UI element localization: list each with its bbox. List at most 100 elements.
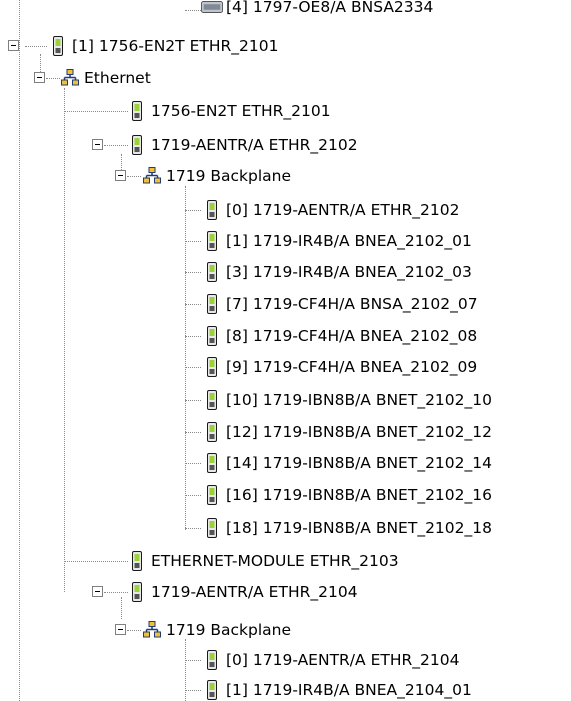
- tree-connector: [185, 10, 201, 11]
- tree-guide-line: [19, 0, 20, 701]
- tree-node-label: [4] 1797-OE8/A BNSA2334: [226, 0, 434, 16]
- module-card-icon: [201, 230, 223, 252]
- tree-node[interactable]: [1] 1756-EN2T ETHR_2101: [47, 33, 278, 59]
- tree-node[interactable]: [9] 1719-CF4H/A BNEA_2102_09: [201, 354, 477, 380]
- collapse-toggle[interactable]: [92, 139, 103, 150]
- tree-connector: [25, 46, 47, 47]
- tree-node[interactable]: ETHERNET-MODULE ETHR_2103: [126, 548, 399, 574]
- module-card-icon: [201, 261, 223, 283]
- module-card-icon: [201, 0, 223, 18]
- backplane-network-icon: [141, 165, 163, 187]
- tree-node[interactable]: [7] 1719-CF4H/A BNSA_2102_07: [201, 291, 478, 317]
- tree-node-label: [7] 1719-CF4H/A BNSA_2102_07: [226, 295, 478, 313]
- collapse-toggle[interactable]: [34, 72, 45, 83]
- module-card-icon: [201, 356, 223, 378]
- tree-connector: [127, 176, 141, 177]
- tree-node-label: [1] 1719-IR4B/A BNEA_2102_01: [226, 232, 472, 250]
- ethernet-network-icon: [59, 67, 81, 89]
- tree-node-label: [18] 1719-IBN8B/A BNET_2102_18: [226, 519, 492, 537]
- io-configuration-tree[interactable]: [4] 1797-OE8/A BNSA2334 [1] 1756-EN2T ET…: [0, 0, 571, 701]
- tree-connector: [46, 78, 60, 79]
- tree-node[interactable]: Ethernet: [59, 65, 151, 91]
- tree-node[interactable]: 1719 Backplane: [141, 617, 291, 643]
- tree-node-label: [3] 1719-IR4B/A BNEA_2102_03: [226, 263, 472, 281]
- module-card-icon: [47, 35, 69, 57]
- tree-node[interactable]: 1756-EN2T ETHR_2101: [126, 98, 331, 124]
- tree-connector: [185, 432, 201, 433]
- collapse-toggle[interactable]: [92, 586, 103, 597]
- module-card-icon: [201, 484, 223, 506]
- module-card-icon: [126, 100, 148, 122]
- tree-node-label: [1] 1719-IR4B/A BNEA_2104_01: [226, 681, 472, 699]
- module-card-icon: [126, 550, 148, 572]
- module-card-icon: [126, 134, 148, 156]
- tree-node-label: [9] 1719-CF4H/A BNEA_2102_09: [226, 358, 478, 376]
- tree-node[interactable]: 1719-AENTR/A ETHR_2104: [126, 579, 358, 605]
- tree-connector: [64, 111, 128, 112]
- tree-node-label: 1719-AENTR/A ETHR_2104: [151, 583, 358, 601]
- module-card-icon: [201, 389, 223, 411]
- tree-node-label: [10] 1719-IBN8B/A BNET_2102_10: [226, 391, 492, 409]
- tree-node-label: [0] 1719-AENTR/A ETHR_2104: [226, 651, 460, 669]
- tree-node-label: Ethernet: [84, 69, 151, 87]
- tree-connector: [185, 463, 201, 464]
- collapse-toggle[interactable]: [115, 624, 126, 635]
- backplane-network-icon: [141, 619, 163, 641]
- tree-connector: [127, 630, 141, 631]
- tree-connector: [185, 495, 201, 496]
- tree-node[interactable]: 1719-AENTR/A ETHR_2102: [126, 132, 358, 158]
- tree-connector: [104, 145, 128, 146]
- module-card-icon: [126, 581, 148, 603]
- module-card-icon: [201, 649, 223, 671]
- tree-node-label: 1719 Backplane: [166, 621, 292, 639]
- tree-node-label: [1] 1756-EN2T ETHR_2101: [72, 37, 279, 55]
- tree-node[interactable]: [0] 1719-AENTR/A ETHR_2102: [201, 197, 459, 223]
- tree-connector: [185, 528, 201, 529]
- module-card-icon: [201, 325, 223, 347]
- tree-connector: [104, 592, 128, 593]
- tree-connector: [185, 367, 201, 368]
- module-card-icon: [201, 679, 223, 701]
- collapse-toggle[interactable]: [8, 40, 19, 51]
- collapse-toggle[interactable]: [115, 170, 126, 181]
- tree-node[interactable]: [10] 1719-IBN8B/A BNET_2102_10: [201, 387, 492, 413]
- module-card-icon: [201, 199, 223, 221]
- tree-connector: [185, 336, 201, 337]
- tree-node[interactable]: [8] 1719-CF4H/A BNEA_2102_08: [201, 323, 477, 349]
- tree-node[interactable]: [18] 1719-IBN8B/A BNET_2102_18: [201, 515, 492, 541]
- tree-guide-line: [64, 88, 65, 592]
- tree-node-label: [8] 1719-CF4H/A BNEA_2102_08: [226, 327, 478, 345]
- tree-connector: [185, 210, 201, 211]
- tree-node[interactable]: [14] 1719-IBN8B/A BNET_2102_14: [201, 450, 492, 476]
- tree-node-label: 1756-EN2T ETHR_2101: [151, 102, 331, 120]
- tree-node[interactable]: [1] 1719-IR4B/A BNEA_2102_01: [201, 228, 472, 254]
- tree-guide-line: [185, 639, 186, 701]
- tree-node[interactable]: 1719 Backplane: [141, 163, 291, 189]
- tree-guide-line: [121, 597, 122, 619]
- module-card-icon: [201, 293, 223, 315]
- tree-node-label: 1719 Backplane: [166, 167, 292, 185]
- tree-guide-line: [185, 186, 186, 530]
- module-card-icon: [201, 452, 223, 474]
- tree-connector: [185, 400, 201, 401]
- tree-node[interactable]: [12] 1719-IBN8B/A BNET_2102_12: [201, 419, 492, 445]
- tree-node-label: 1719-AENTR/A ETHR_2102: [151, 136, 358, 154]
- tree-node-label: ETHERNET-MODULE ETHR_2103: [151, 552, 399, 570]
- tree-node-label: [0] 1719-AENTR/A ETHR_2102: [226, 201, 460, 219]
- tree-connector: [185, 660, 201, 661]
- tree-node[interactable]: [3] 1719-IR4B/A BNEA_2102_03: [201, 259, 472, 285]
- tree-node[interactable]: [1] 1719-IR4B/A BNEA_2104_01: [201, 677, 472, 701]
- tree-node-label: [16] 1719-IBN8B/A BNET_2102_16: [226, 486, 492, 504]
- module-card-icon: [201, 421, 223, 443]
- tree-connector: [185, 272, 201, 273]
- tree-connector: [64, 561, 128, 562]
- tree-node[interactable]: [4] 1797-OE8/A BNSA2334: [201, 0, 433, 20]
- tree-connector: [185, 690, 201, 691]
- module-card-icon: [201, 517, 223, 539]
- tree-connector: [185, 304, 201, 305]
- tree-node-label: [12] 1719-IBN8B/A BNET_2102_12: [226, 423, 492, 441]
- tree-connector: [185, 241, 201, 242]
- tree-node[interactable]: [16] 1719-IBN8B/A BNET_2102_16: [201, 482, 492, 508]
- tree-node[interactable]: [0] 1719-AENTR/A ETHR_2104: [201, 647, 459, 673]
- tree-node-label: [14] 1719-IBN8B/A BNET_2102_14: [226, 454, 492, 472]
